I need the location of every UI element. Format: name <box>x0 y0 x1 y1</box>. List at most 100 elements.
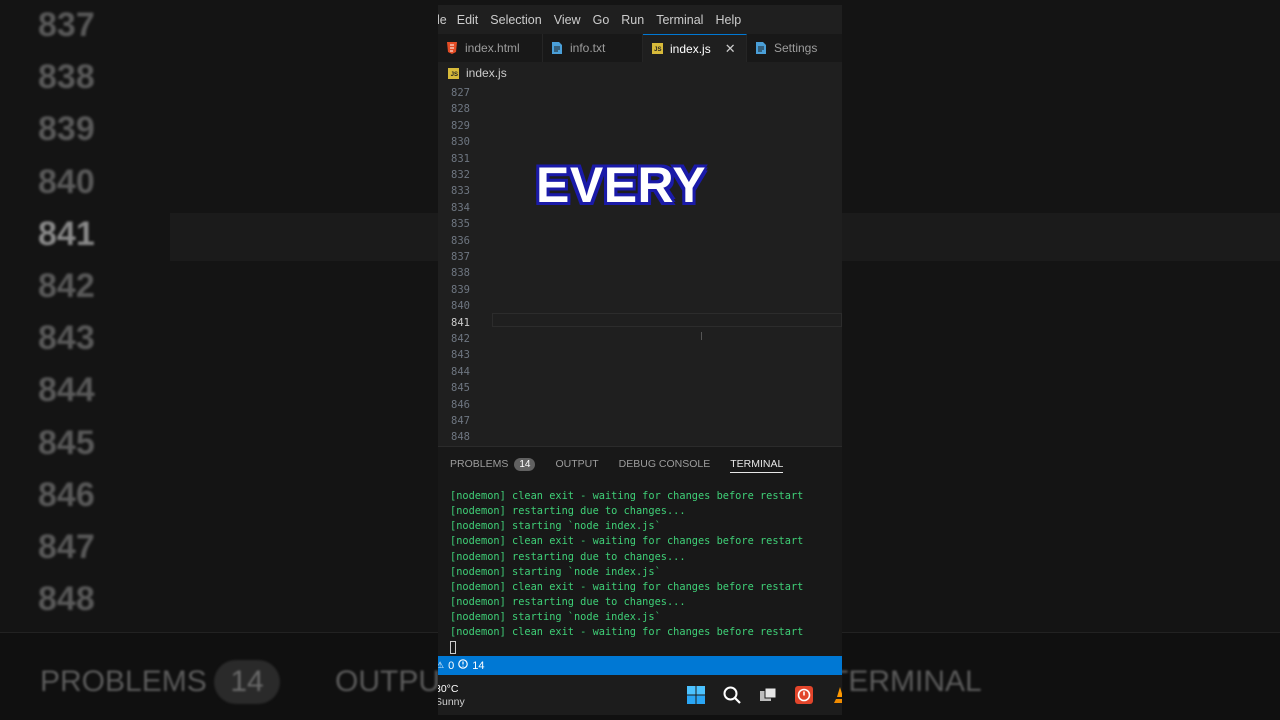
terminal-line: [nodemon] clean exit - waiting for chang… <box>450 490 804 502</box>
weather-condition: Sunny <box>438 696 465 708</box>
error-icon: ⚠ <box>438 660 445 670</box>
terminal-output[interactable]: [nodemon] clean exit - waiting for chang… <box>450 489 842 640</box>
search-icon[interactable] <box>722 685 742 705</box>
line-number: 845 <box>451 382 470 395</box>
line-number: 843 <box>451 349 470 362</box>
background-line-number: 847 <box>38 528 95 566</box>
vscode-window: le Edit Selection View Go Run Terminal H… <box>438 5 842 715</box>
background-line-number: 844 <box>38 371 95 410</box>
tab-label: index.js <box>670 41 711 56</box>
line-number: 846 <box>451 398 470 411</box>
menu-file[interactable]: le <box>438 13 447 27</box>
background-line-number: 838 <box>38 58 95 97</box>
background-problems-label: PROBLEMS <box>40 665 207 698</box>
status-bar: ⚠ 0 14 <box>438 656 842 675</box>
warning-icon <box>458 659 469 672</box>
terminal-line: [nodemon] restarting due to changes... <box>450 595 686 608</box>
line-number: 847 <box>451 415 470 427</box>
menu-run[interactable]: Run <box>621 13 644 27</box>
mouse-cursor <box>701 332 702 340</box>
html-file-icon <box>445 41 459 55</box>
error-count[interactable]: 0 <box>448 660 454 672</box>
menu-bar: le Edit Selection View Go Run Terminal H… <box>438 5 842 34</box>
line-number: 830 <box>451 136 470 149</box>
menu-edit[interactable]: Edit <box>457 13 479 27</box>
panel-tabs: PROBLEMS 14 OUTPUT DEBUG CONSOLE TERMINA… <box>450 455 803 473</box>
temperature: 30°C <box>438 683 459 695</box>
background-problems-badge: 14 <box>214 660 280 704</box>
terminal-cursor <box>450 641 456 654</box>
background-line-number: 848 <box>38 580 95 619</box>
line-number: 831 <box>451 152 470 165</box>
tab-settings[interactable]: Settings <box>747 34 842 62</box>
terminal-line: [nodemon] clean exit - waiting for chang… <box>450 626 804 639</box>
windows-taskbar: 30°C Sunny <box>438 675 842 715</box>
terminal-line: [nodemon] clean exit - waiting for chang… <box>450 535 804 548</box>
warning-count[interactable]: 14 <box>472 660 484 672</box>
terminal-line: [nodemon] starting `node index.js` <box>450 520 661 533</box>
line-number: 832 <box>451 169 470 181</box>
line-number: 836 <box>451 234 470 247</box>
menu-terminal[interactable]: Terminal <box>656 13 703 27</box>
tab-index-html[interactable]: index.html <box>438 34 543 62</box>
tab-info-txt[interactable]: info.txt <box>543 34 643 62</box>
line-number: 839 <box>451 283 470 296</box>
line-number: 828 <box>451 103 470 116</box>
text-file-icon <box>550 41 564 55</box>
line-number: 844 <box>451 365 470 378</box>
tab-debug-console[interactable]: DEBUG CONSOLE <box>619 458 711 470</box>
line-number-gutter: 827 828 829 830 831 832 833 834 835 836 837 838 839 8… <box>438 84 478 446</box>
breadcrumb-file[interactable]: index.js <box>466 66 507 80</box>
line-number: 848 <box>451 431 470 444</box>
line-number: 829 <box>451 119 470 132</box>
terminal-line: [nodemon] restarting due to changes... <box>450 505 686 518</box>
line-number: 834 <box>451 201 470 214</box>
tab-label: Settings <box>774 41 818 55</box>
tab-terminal[interactable]: TERMINAL <box>730 458 784 473</box>
background-line-number: 840 <box>38 162 95 201</box>
task-view-icon[interactable] <box>758 685 778 705</box>
tab-index-js[interactable]: JS index.js ✕ <box>643 34 747 62</box>
line-number: 838 <box>451 267 470 280</box>
tab-output[interactable]: OUTPUT <box>555 458 598 470</box>
background-line-number: 845 <box>38 423 95 462</box>
menu-view[interactable]: View <box>554 13 581 27</box>
video-caption: EVERY <box>536 157 707 213</box>
line-number: 827 <box>451 87 470 99</box>
menu-go[interactable]: Go <box>593 13 610 27</box>
background-line-number: 846 <box>38 475 95 514</box>
line-number: 837 <box>451 251 470 263</box>
close-icon[interactable]: ✕ <box>725 41 736 57</box>
tab-label: info.txt <box>570 41 606 55</box>
line-number: 840 <box>451 300 470 313</box>
terminal-line: [nodemon] clean exit - waiting for chang… <box>450 580 804 593</box>
js-file-icon: JS <box>448 67 459 79</box>
background-terminal-label: TERMINAL <box>830 665 982 698</box>
background-line-number: 837 <box>38 6 95 44</box>
line-number: 835 <box>451 218 470 231</box>
settings-file-icon <box>754 41 768 55</box>
menu-selection[interactable]: Selection <box>490 13 541 27</box>
tab-problems-label: PROBLEMS <box>450 458 509 470</box>
js-file-icon: JS <box>650 42 664 56</box>
line-number: 841 <box>451 316 470 329</box>
weather-widget[interactable]: 30°C Sunny <box>438 683 465 709</box>
background-line-number: 842 <box>38 267 95 305</box>
problems-count-badge: 14 <box>514 457 536 471</box>
terminal-line: [nodemon] starting `node index.js` <box>450 611 661 624</box>
line-number: 842 <box>451 333 470 345</box>
current-line-highlight <box>492 313 842 327</box>
background-line-number: 843 <box>38 319 95 358</box>
menu-help[interactable]: Help <box>715 13 741 27</box>
terminal-line: [nodemon] starting `node index.js` <box>450 565 661 578</box>
bottom-panel: PROBLEMS 14 OUTPUT DEBUG CONSOLE TERMINA… <box>438 446 842 657</box>
code-editor[interactable]: 827 828 829 830 831 832 833 834 835 836 837 838 839 8… <box>438 84 842 446</box>
app-red-icon[interactable] <box>794 685 814 705</box>
windows-start-icon[interactable] <box>686 685 706 705</box>
background-line-number: 839 <box>38 110 95 149</box>
vlc-icon[interactable] <box>830 685 842 705</box>
line-number: 833 <box>451 185 470 198</box>
editor-tab-bar: index.html info.txt JS index.js ✕ Settin… <box>438 34 842 62</box>
breadcrumb: JS index.js <box>438 62 842 84</box>
tab-problems[interactable]: PROBLEMS 14 <box>450 457 536 471</box>
